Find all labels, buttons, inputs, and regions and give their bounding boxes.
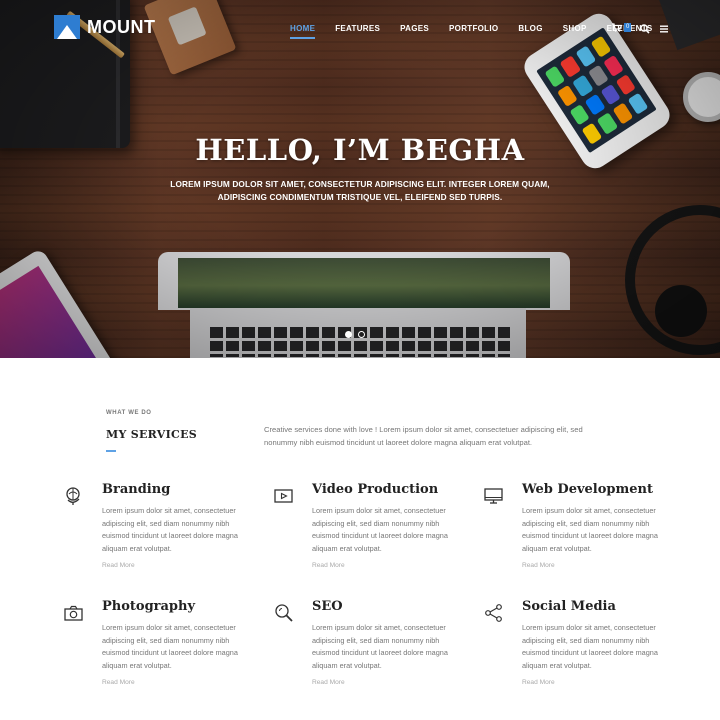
cart-button[interactable]: 0 bbox=[612, 23, 632, 32]
service-title: Video Production bbox=[312, 482, 439, 497]
read-more-link[interactable]: Read More bbox=[102, 679, 135, 686]
hero-subtitle-line: LOREM IPSUM DOLOR SIT AMET, CONSECTETUR … bbox=[170, 179, 550, 189]
nav-item-shop[interactable]: SHOP bbox=[563, 24, 587, 33]
hero-subtitle-line: ADIPISCING CONDIMENTUM TRISTIQUE VEL, EL… bbox=[217, 192, 503, 202]
logo[interactable]: MOUNT bbox=[54, 15, 156, 39]
read-more-link[interactable]: Read More bbox=[312, 562, 345, 569]
share-icon bbox=[485, 604, 502, 622]
hero-title: HELLO, I’M BEGHA bbox=[195, 133, 525, 167]
service-title: Social Media bbox=[522, 599, 616, 614]
site-header: MOUNT HOME FEATURES PAGES PORTFOLIO BLOG… bbox=[0, 0, 720, 60]
search-icon bbox=[275, 604, 293, 622]
video-icon bbox=[274, 489, 293, 503]
service-description: Lorem ipsum dolor sit amet, consectetuer… bbox=[312, 623, 448, 670]
services-intro: Creative services done with love ! Lorem… bbox=[264, 425, 583, 447]
slider-dot[interactable] bbox=[358, 331, 365, 338]
read-more-link[interactable]: Read More bbox=[312, 679, 345, 686]
globe-icon bbox=[66, 487, 80, 505]
section-eyebrow: WHAT WE DO bbox=[106, 410, 152, 416]
service-title: Web Development bbox=[522, 482, 653, 497]
slider-dot[interactable] bbox=[345, 331, 352, 338]
cart-count-badge: 0 bbox=[624, 23, 632, 32]
nav-item-home[interactable]: HOME bbox=[290, 24, 316, 39]
nav-item-pages[interactable]: PAGES bbox=[400, 24, 429, 33]
mountain-logo-icon bbox=[54, 15, 80, 39]
service-description: Lorem ipsum dolor sit amet, consectetuer… bbox=[312, 506, 448, 553]
service-description: Lorem ipsum dolor sit amet, consectetuer… bbox=[102, 506, 238, 553]
service-title: Photography bbox=[102, 599, 196, 614]
read-more-link[interactable]: Read More bbox=[102, 562, 135, 569]
read-more-link[interactable]: Read More bbox=[522, 562, 555, 569]
service-title: Branding bbox=[102, 482, 171, 497]
monitor-icon bbox=[484, 488, 503, 504]
section-title: MY SERVICES bbox=[106, 428, 197, 441]
read-more-link[interactable]: Read More bbox=[522, 679, 555, 686]
service-description: Lorem ipsum dolor sit amet, consectetuer… bbox=[522, 506, 658, 553]
hamburger-menu-icon[interactable] bbox=[660, 25, 668, 33]
nav-item-portfolio[interactable]: PORTFOLIO bbox=[449, 24, 498, 33]
hero-subtitle: LOREM IPSUM DOLOR SIT AMET, CONSECTETUR … bbox=[160, 178, 560, 204]
logo-text: MOUNT bbox=[87, 16, 156, 37]
title-underline bbox=[106, 450, 116, 452]
service-title: SEO bbox=[312, 599, 343, 614]
search-icon[interactable] bbox=[640, 24, 650, 34]
nav-item-blog[interactable]: BLOG bbox=[518, 24, 542, 33]
camera-icon bbox=[64, 605, 83, 621]
cart-icon bbox=[612, 23, 622, 32]
nav-item-features[interactable]: FEATURES bbox=[335, 24, 380, 33]
service-description: Lorem ipsum dolor sit amet, consectetuer… bbox=[522, 623, 658, 670]
service-description: Lorem ipsum dolor sit amet, consectetuer… bbox=[102, 623, 238, 670]
slider-dots bbox=[345, 331, 365, 338]
